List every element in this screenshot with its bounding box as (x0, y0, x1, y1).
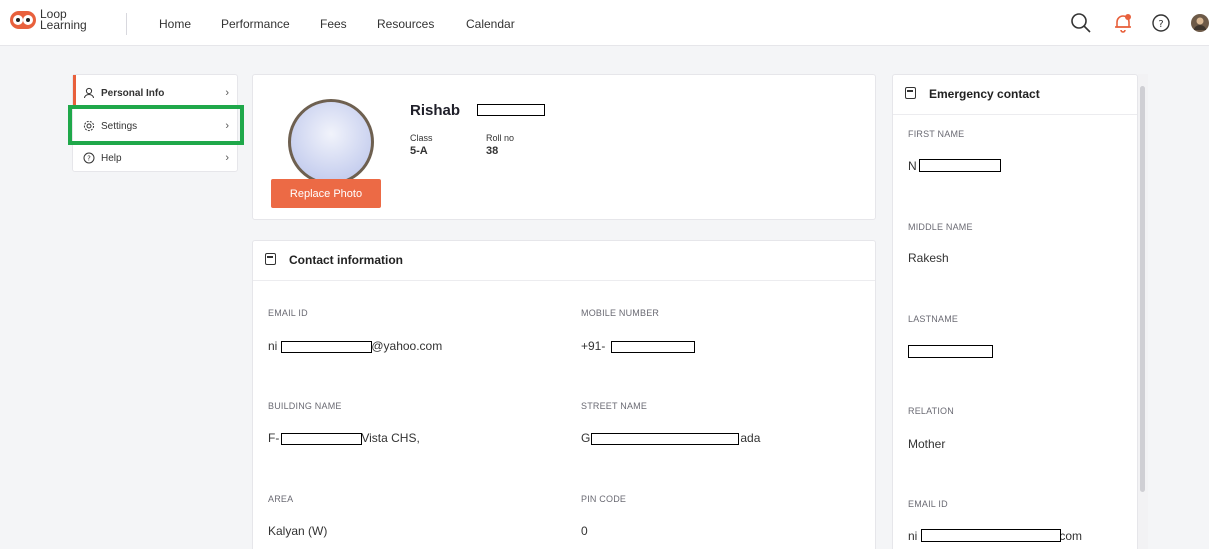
user-icon (84, 87, 94, 99)
redaction-box (281, 433, 362, 445)
redaction-box (591, 433, 739, 445)
middle-name-label: MIDDLE NAME (908, 222, 973, 232)
nav-resources[interactable]: Resources (377, 17, 434, 31)
emergency-contact-card: Emergency contact FIRST NAME N MIDDLE NA… (892, 74, 1138, 549)
area-value: Kalyan (W) (268, 524, 328, 538)
sidebar-item-label: Help (101, 152, 122, 164)
building-name-label: BUILDING NAME (268, 401, 342, 411)
sidebar-item-help[interactable]: ? Help › (73, 142, 239, 174)
sidebar-item-label: Personal Info (101, 87, 165, 99)
settings-highlight-annotation (68, 105, 244, 145)
redaction-box (908, 345, 993, 358)
top-navigation-bar: Loop Learning Home Performance Fees Reso… (0, 0, 1209, 46)
document-icon (905, 87, 916, 99)
emergency-email-label: EMAIL ID (908, 499, 948, 509)
mobile-value: +91- (581, 339, 606, 353)
nav-fees[interactable]: Fees (320, 17, 347, 31)
chevron-right-icon: › (225, 152, 229, 164)
replace-photo-button[interactable]: Replace Photo (271, 179, 381, 208)
relation-label: RELATION (908, 406, 954, 416)
first-name-value: N (908, 159, 917, 173)
search-icon[interactable] (1070, 12, 1092, 34)
nav-performance[interactable]: Performance (221, 17, 290, 31)
nav-divider (126, 13, 127, 35)
last-name-label: LASTNAME (908, 314, 959, 324)
redaction-box (281, 341, 372, 353)
divider (253, 280, 875, 281)
redaction-box (921, 529, 1061, 542)
pin-code-value: 0 (581, 524, 588, 538)
user-avatar[interactable] (1189, 12, 1209, 34)
roll-no-label: Roll no (486, 133, 515, 143)
class-value: 5-A (410, 145, 428, 157)
nav-calendar[interactable]: Calendar (466, 17, 515, 31)
pin-code-label: PIN CODE (581, 494, 627, 504)
mobile-label: MOBILE NUMBER (581, 308, 660, 318)
email-label: EMAIL ID (268, 308, 308, 318)
contact-information-card: Contact information EMAIL ID ni @yahoo.co… (252, 240, 876, 549)
middle-name-value: Rakesh (908, 251, 949, 265)
logo-line-2: Learning (40, 18, 87, 32)
area-label: AREA (268, 494, 294, 504)
svg-text:?: ? (1158, 19, 1163, 30)
relation-value: Mother (908, 437, 946, 451)
profile-card: Replace Photo Rishabi Class 5-A Roll no … (252, 74, 876, 220)
document-icon (265, 253, 276, 265)
roll-no-value: 38 (486, 145, 499, 157)
loop-learning-logo[interactable]: Loop Learning (10, 8, 87, 32)
question-circle-icon: ? (83, 152, 95, 164)
scrollbar[interactable] (1138, 74, 1148, 549)
redaction-box (919, 159, 1001, 172)
section-title: Contact information (289, 253, 403, 267)
profile-photo[interactable] (288, 99, 374, 185)
svg-text:?: ? (87, 155, 91, 163)
street-name-label: STREET NAME (581, 401, 648, 411)
redaction-box (477, 104, 545, 116)
scroll-thumb[interactable] (1140, 86, 1145, 492)
help-icon[interactable]: ? (1150, 12, 1172, 34)
chevron-right-icon: › (225, 87, 229, 99)
notification-bell-icon[interactable] (1112, 12, 1134, 34)
section-title: Emergency contact (929, 87, 1040, 101)
owl-logo-icon (10, 11, 36, 29)
class-label: Class (410, 133, 433, 143)
first-name-label: FIRST NAME (908, 129, 965, 139)
redaction-box (611, 341, 695, 353)
nav-home[interactable]: Home (159, 17, 191, 31)
divider (893, 114, 1137, 115)
